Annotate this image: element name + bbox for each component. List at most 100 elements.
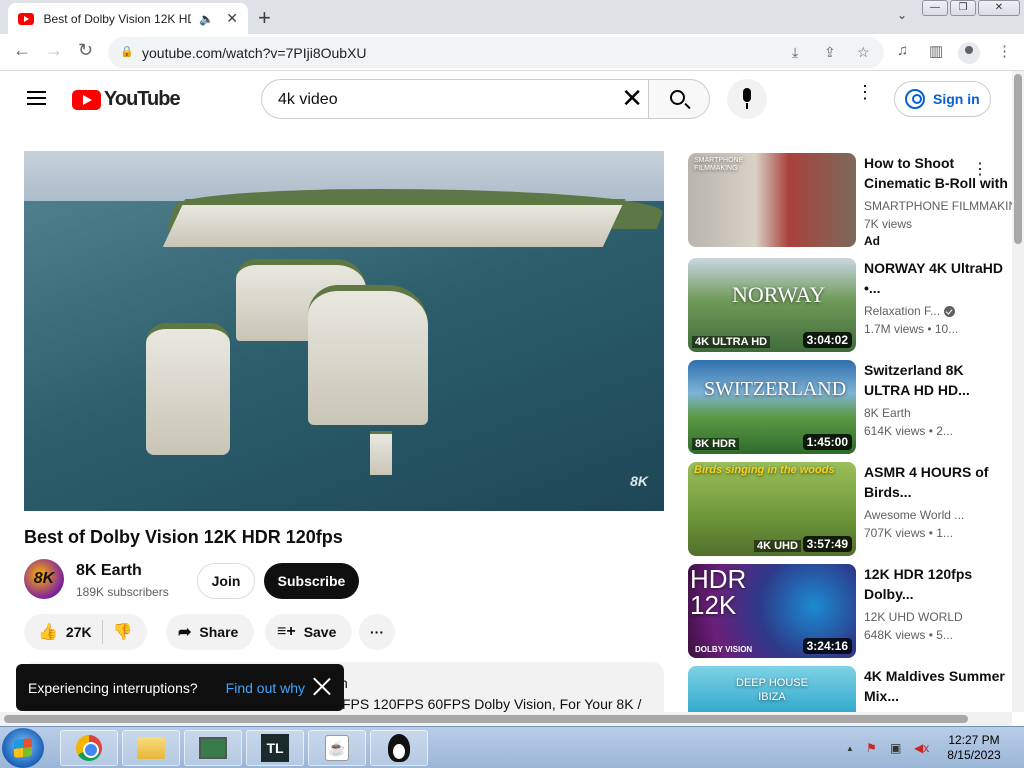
share-icon[interactable]: ⇪ bbox=[824, 44, 836, 61]
recommendation-channel[interactable]: 12K UHD WORLD bbox=[864, 610, 963, 624]
clear-search-icon[interactable]: ✕ bbox=[621, 84, 643, 112]
recommendation-item[interactable]: NORWAY 4K ULTRA HD 3:04:02 NORWAY 4K Ult… bbox=[688, 258, 1012, 354]
youtube-favicon-icon bbox=[18, 12, 34, 25]
recommendation-item[interactable]: SWITZERLAND 8K HDR 1:45:00 Switzerland 8… bbox=[688, 360, 1012, 456]
start-button[interactable] bbox=[2, 728, 44, 768]
recommendation-title[interactable]: ASMR 4 HOURS of Birds... bbox=[864, 462, 1012, 502]
thumbnail-text: NORWAY bbox=[732, 282, 826, 307]
more-actions-button[interactable]: ··· bbox=[359, 614, 395, 650]
vertical-scrollbar[interactable] bbox=[1012, 71, 1024, 712]
toast-message: Experiencing interruptions? bbox=[28, 679, 198, 696]
tab-close-icon[interactable]: ✕ bbox=[226, 10, 238, 27]
channel-name[interactable]: 8K Earth bbox=[76, 562, 142, 580]
recommendation-thumbnail[interactable]: HDR 12K DOLBY VISION 3:24:16 bbox=[688, 564, 856, 658]
thumbnail-corner-label: 8K HDR bbox=[692, 438, 739, 450]
chrome-menu-icon[interactable]: ⋮ bbox=[997, 42, 1012, 60]
bookmark-star-icon[interactable]: ☆ bbox=[857, 44, 870, 61]
dislike-icon[interactable]: 👎 bbox=[113, 622, 133, 642]
voice-search-button[interactable] bbox=[727, 79, 767, 119]
video-player[interactable]: 8K bbox=[24, 151, 664, 511]
find-out-why-link[interactable]: Find out why bbox=[226, 680, 305, 696]
settings-more-icon[interactable]: ⋮ bbox=[856, 83, 874, 101]
recommendation-channel[interactable]: 8K Earth bbox=[864, 406, 911, 420]
install-icon[interactable]: ⤓ bbox=[792, 44, 798, 61]
reload-button[interactable]: ↻ bbox=[78, 40, 93, 61]
horizontal-scrollbar[interactable] bbox=[0, 712, 1012, 726]
forward-button[interactable]: → bbox=[45, 40, 63, 61]
search-button[interactable] bbox=[648, 79, 710, 119]
recommendation-title[interactable]: NORWAY 4K UltraHD •... bbox=[864, 258, 1012, 298]
save-button[interactable]: ≡+ Save bbox=[265, 614, 353, 650]
search-icon bbox=[670, 90, 685, 105]
maximize-button[interactable]: ❐ bbox=[950, 0, 976, 16]
video-duration: 3:57:49 bbox=[802, 536, 852, 552]
recommendation-title[interactable]: 4K Maldives Summer Mix... bbox=[864, 666, 1012, 706]
recommendation-channel[interactable]: Awesome World ... bbox=[864, 508, 964, 522]
recommendation-title[interactable]: How to Shoot Cinematic B-Roll with Galax… bbox=[864, 153, 1012, 193]
like-icon[interactable]: 👍 bbox=[38, 622, 58, 642]
vertical-scroll-thumb[interactable] bbox=[1014, 74, 1022, 244]
subscribe-button[interactable]: Subscribe bbox=[264, 563, 359, 599]
tab-search-icon[interactable]: ⌄ bbox=[897, 8, 907, 22]
taskbar-java-app[interactable]: ☕ bbox=[308, 730, 366, 766]
thumbnail-corner-label: 4K UHD bbox=[754, 540, 801, 552]
tux-icon bbox=[388, 734, 410, 762]
action-center-flag-icon[interactable]: ⚑ bbox=[866, 741, 877, 755]
recommendation-item[interactable]: Birds singing in the woods 4K UHD 3:57:4… bbox=[688, 462, 1012, 558]
channel-label: Relaxation F... bbox=[864, 304, 941, 318]
clock-time: 12:27 PM bbox=[948, 733, 1000, 747]
recommendation-item[interactable]: SMARTPHONE FILMMAKING How to Shoot Cinem… bbox=[688, 153, 1024, 249]
taskbar-explorer[interactable] bbox=[122, 730, 180, 766]
youtube-logo[interactable]: YouTube bbox=[72, 88, 181, 111]
sign-in-button[interactable]: Sign in bbox=[894, 81, 991, 117]
recommendation-title[interactable]: Switzerland 8K ULTRA HD HD... bbox=[864, 360, 1012, 400]
lock-icon[interactable]: 🔒 bbox=[120, 45, 134, 58]
tab-audio-icon[interactable]: 🔈 bbox=[199, 12, 214, 26]
profile-avatar[interactable] bbox=[958, 42, 980, 64]
join-button[interactable]: Join bbox=[197, 563, 255, 599]
recommendation-item[interactable]: DEEP HOUSE IBIZA 4K Maldives Summer Mix.… bbox=[688, 666, 1012, 712]
folder-icon bbox=[137, 737, 165, 759]
taskbar-linux-app[interactable] bbox=[370, 730, 428, 766]
volume-muted-icon[interactable]: ◀x bbox=[914, 741, 929, 755]
taskbar-monitor-app[interactable] bbox=[184, 730, 242, 766]
address-bar[interactable]: 🔒 youtube.com/watch?v=7PIji8OubXU ⤓ ⇪ ☆ bbox=[108, 37, 884, 68]
recommendation-thumbnail[interactable]: SWITZERLAND 8K HDR 1:45:00 bbox=[688, 360, 856, 454]
minimize-button[interactable]: — bbox=[922, 0, 948, 16]
hamburger-menu-icon[interactable] bbox=[27, 91, 46, 105]
recommendation-thumbnail[interactable]: SMARTPHONE FILMMAKING bbox=[688, 153, 856, 247]
search-box[interactable]: 4k video ✕ bbox=[261, 79, 649, 119]
tray-expand-icon[interactable]: ▲ bbox=[846, 744, 854, 753]
recommendation-channel[interactable]: Relaxation F... bbox=[864, 304, 956, 318]
recommendation-more-icon[interactable]: ⋮ bbox=[972, 159, 988, 179]
url-text[interactable]: youtube.com/watch?v=7PIji8OubXU bbox=[142, 45, 367, 61]
network-icon[interactable]: ▣ bbox=[890, 741, 901, 755]
search-input[interactable]: 4k video bbox=[278, 91, 338, 109]
like-count[interactable]: 27K bbox=[66, 624, 92, 640]
horizontal-scroll-thumb[interactable] bbox=[4, 715, 968, 723]
recommendation-item[interactable]: HDR 12K DOLBY VISION 3:24:16 12K HDR 120… bbox=[688, 564, 1012, 660]
recommendation-title[interactable]: 12K HDR 120fps Dolby... bbox=[864, 564, 1012, 604]
browser-tab[interactable]: Best of Dolby Vision 12K HDR 120fps 🔈 ✕ bbox=[8, 3, 248, 34]
media-control-icon[interactable]: ♫ bbox=[897, 42, 908, 59]
recommendation-meta: 1.7M views • 10... bbox=[864, 322, 959, 336]
window-close-button[interactable]: ✕ bbox=[978, 0, 1020, 16]
new-tab-button[interactable]: + bbox=[258, 5, 271, 31]
browser-tab-strip: Best of Dolby Vision 12K HDR 120fps 🔈 ✕ … bbox=[0, 0, 1024, 34]
recommendation-channel[interactable]: SMARTPHONE FILMMAKING bbox=[864, 199, 1024, 213]
back-button[interactable]: ← bbox=[13, 40, 31, 61]
taskbar-tl-app[interactable]: TL bbox=[246, 730, 304, 766]
youtube-header: YouTube 4k video ✕ ⋮ Sign in bbox=[0, 71, 1012, 127]
share-button[interactable]: ➦ Share bbox=[166, 614, 255, 650]
system-clock[interactable]: 12:27 PM 8/15/2023 bbox=[940, 733, 1008, 763]
recommendation-thumbnail[interactable]: NORWAY 4K ULTRA HD 3:04:02 bbox=[688, 258, 856, 352]
taskbar-chrome[interactable] bbox=[60, 730, 118, 766]
toast-close-icon[interactable] bbox=[312, 676, 332, 696]
clock-date: 8/15/2023 bbox=[947, 748, 1001, 762]
player-stack bbox=[308, 285, 428, 425]
recommendation-thumbnail[interactable]: Birds singing in the woods 4K UHD 3:57:4… bbox=[688, 462, 856, 556]
interruption-toast: Experiencing interruptions? Find out why bbox=[16, 664, 344, 711]
channel-avatar[interactable]: 8K bbox=[24, 559, 64, 599]
recommendation-thumbnail[interactable]: DEEP HOUSE IBIZA bbox=[688, 666, 856, 712]
side-panel-icon[interactable]: ▥ bbox=[929, 42, 943, 60]
